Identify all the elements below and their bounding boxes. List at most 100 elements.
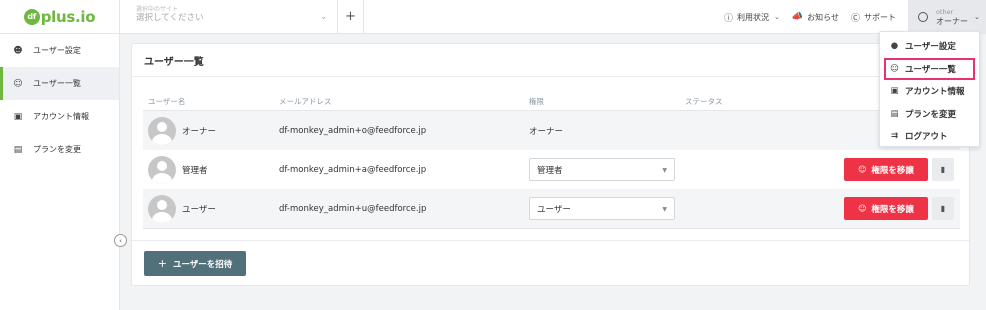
logo: df plus.io: [23, 7, 96, 26]
caret-down-icon: ▼: [662, 206, 667, 213]
delete-user-button[interactable]: ▮: [932, 158, 954, 181]
sidebar-item-label: ユーザー設定: [33, 46, 81, 55]
chevron-down-icon: ⌄: [974, 13, 980, 21]
menu-item-user-settings[interactable]: ● ユーザー設定: [880, 35, 979, 58]
news-label: お知らせ: [807, 12, 839, 22]
users-icon: ☺: [858, 204, 867, 213]
menu-item-label: ユーザー設定: [905, 42, 956, 53]
user-name: ユーザー: [182, 204, 216, 215]
usage-menu[interactable]: ⓘ 利用状況 ⌄: [724, 11, 780, 24]
logo-text: plus.io: [40, 7, 96, 26]
menu-item-logout[interactable]: ⇉ ログアウト: [880, 125, 979, 148]
user-cell: ユーザー: [148, 194, 216, 223]
avatar: [148, 155, 176, 184]
user-name: 管理者: [182, 165, 208, 176]
user-list-card: ユーザー一覧 ユーザー名 メールアドレス 権限 ステータス オーナー df-mo…: [131, 43, 970, 286]
site-select-value: 選択してください: [136, 12, 204, 23]
user-name: オーナー: [182, 126, 217, 137]
column-header-role: 権限: [529, 97, 544, 106]
chevron-down-icon: ⌄: [774, 13, 780, 21]
user-icon: ☻: [13, 45, 23, 56]
question-circle-icon: Ⓒ: [850, 13, 860, 24]
menu-item-label: ユーザー一覧: [905, 64, 956, 75]
invite-label: ユーザーを招待: [172, 259, 233, 270]
users-icon: ☺: [13, 78, 23, 89]
divider: [132, 240, 969, 241]
menu-item-user-list[interactable]: ☺ ユーザー一覧: [884, 57, 975, 80]
user-email: df-monkey_admin+o@feedforce.jp: [279, 125, 427, 136]
sidebar-item-label: ユーザー一覧: [33, 79, 81, 88]
credit-card-icon: ▤: [13, 144, 23, 155]
logo-badge: df: [23, 8, 40, 25]
page-title: ユーザー一覧: [132, 44, 969, 77]
avatar: [148, 194, 176, 223]
role-select[interactable]: ユーザー ▼: [529, 197, 675, 220]
user-email: df-monkey_admin+u@feedforce.jp: [279, 203, 427, 214]
column-header-status: ステータス: [685, 97, 723, 106]
user-table: ユーザー名 メールアドレス 権限 ステータス オーナー df-monkey_ad…: [143, 93, 960, 229]
transfer-permission-button[interactable]: ☺ 権限を移譲: [844, 197, 928, 220]
caret-down-icon: ▼: [662, 167, 667, 174]
site-select[interactable]: 選択中のサイト 選択してください ⌄: [120, 0, 338, 34]
sidebar-item-user-settings[interactable]: ☻ ユーザー設定: [0, 34, 119, 67]
user-dropdown-menu: ● ユーザー設定 ☺ ユーザー一覧 ▣ アカウント情報 ▤ プランを変更 ⇉ ロ…: [879, 31, 980, 147]
chevron-left-icon: ‹: [119, 236, 122, 245]
news-link[interactable]: 📣 お知らせ: [792, 12, 839, 23]
user-cell: 管理者: [148, 155, 208, 184]
sidebar-item-user-list[interactable]: ☺ ユーザー一覧: [0, 67, 119, 100]
transfer-label: 権限を移譲: [871, 204, 914, 215]
role-select-value: ユーザー: [537, 204, 571, 215]
site-select-label: 選択中のサイト: [136, 5, 179, 13]
avatar: [148, 116, 176, 145]
sidebar-collapse-button[interactable]: ‹: [114, 234, 127, 247]
user-text: other オーナー: [936, 8, 968, 26]
user-role: オーナー: [936, 17, 968, 26]
sidebar-item-label: プランを変更: [33, 145, 81, 154]
users-icon: ☺: [890, 63, 899, 74]
plus-icon: +: [157, 257, 167, 270]
transfer-label: 権限を移譲: [871, 165, 914, 176]
trash-icon: ▮: [940, 165, 946, 174]
top-header: df plus.io 選択中のサイト 選択してください ⌄ + ⓘ 利用状況 ⌄…: [0, 0, 986, 34]
user-icon: ●: [890, 41, 899, 52]
trash-icon: ▮: [940, 204, 946, 213]
sidebar-item-account[interactable]: ▣ アカウント情報: [0, 100, 119, 133]
id-card-icon: ▣: [890, 86, 899, 97]
sidebar: ☻ ユーザー設定 ☺ ユーザー一覧 ▣ アカウント情報 ▤ プランを変更: [0, 34, 120, 310]
menu-item-label: ログアウト: [905, 132, 948, 143]
info-circle-icon: ⓘ: [724, 13, 734, 24]
user-menu-toggle[interactable]: other オーナー ⌄: [908, 0, 986, 34]
column-header-name: ユーザー名: [148, 97, 186, 106]
credit-card-icon: ▤: [890, 108, 899, 119]
support-label: サポート: [864, 12, 896, 22]
column-header-email: メールアドレス: [279, 97, 332, 106]
sidebar-item-label: アカウント情報: [33, 112, 89, 121]
menu-item-label: アカウント情報: [905, 87, 965, 98]
chevron-down-icon: ⌄: [320, 11, 327, 21]
transfer-permission-button[interactable]: ☺ 権限を移譲: [844, 158, 928, 181]
users-icon: ☺: [858, 165, 867, 174]
delete-user-button[interactable]: ▮: [932, 197, 954, 220]
user-account: other: [936, 8, 954, 16]
user-role: オーナー: [529, 126, 564, 137]
logo-area[interactable]: df plus.io: [0, 0, 120, 34]
invite-user-button[interactable]: + ユーザーを招待: [144, 251, 246, 276]
menu-item-account[interactable]: ▣ アカウント情報: [880, 80, 979, 103]
add-site-button[interactable]: +: [338, 0, 364, 34]
user-circle-icon: [918, 12, 928, 22]
usage-label: 利用状況: [737, 12, 770, 22]
user-cell: オーナー: [148, 116, 217, 145]
logout-icon: ⇉: [890, 131, 899, 142]
table-header: ユーザー名 メールアドレス 権限 ステータス: [143, 93, 960, 111]
menu-item-plan[interactable]: ▤ プランを変更: [880, 103, 979, 126]
support-link[interactable]: Ⓒ サポート: [851, 11, 896, 24]
id-card-icon: ▣: [13, 111, 23, 122]
role-select-value: 管理者: [537, 165, 563, 176]
menu-item-label: プランを変更: [905, 109, 957, 120]
user-email: df-monkey_admin+a@feedforce.jp: [279, 164, 427, 175]
sidebar-item-plan[interactable]: ▤ プランを変更: [0, 133, 119, 166]
megaphone-icon: 📣: [791, 12, 804, 22]
table-row: 管理者 df-monkey_admin+a@feedforce.jp 管理者 ▼…: [143, 150, 960, 189]
role-select[interactable]: 管理者 ▼: [529, 158, 675, 181]
table-row: オーナー df-monkey_admin+o@feedforce.jp オーナー: [143, 111, 960, 150]
